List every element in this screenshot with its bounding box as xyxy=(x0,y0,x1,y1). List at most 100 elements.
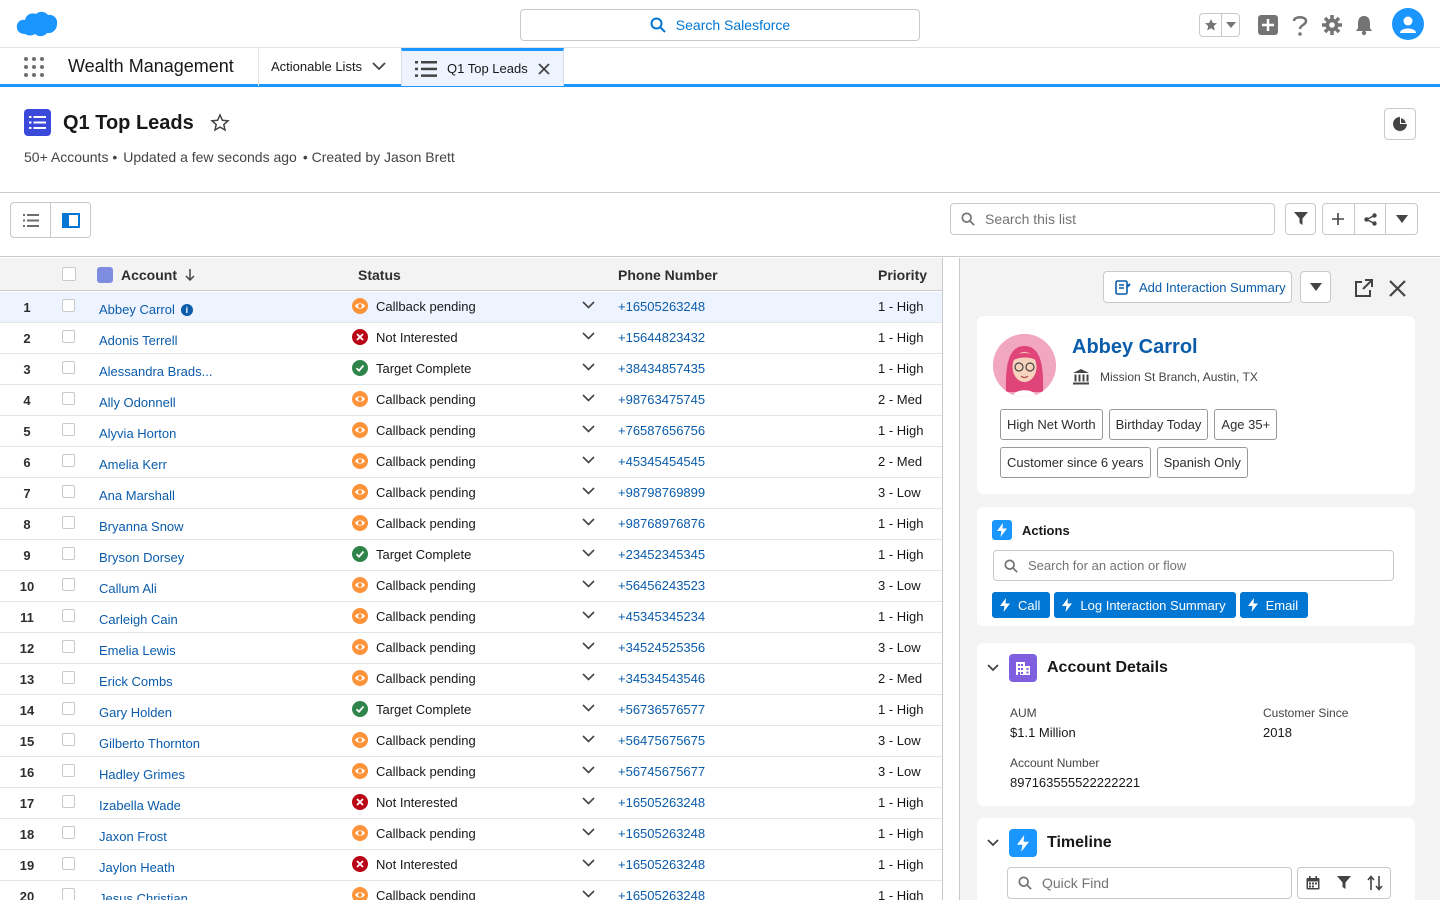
tab-q1-top-leads[interactable]: Q1 Top Leads xyxy=(401,48,564,86)
table-row[interactable]: 8 Bryanna Snow Callback pending +9876897687… xyxy=(0,509,942,540)
status-dropdown-button[interactable] xyxy=(582,332,595,340)
status-dropdown-button[interactable] xyxy=(582,301,595,309)
table-row[interactable]: 15 Gilberto Thornton Callback pending +5647… xyxy=(0,726,942,757)
account-link[interactable]: Gary Holden xyxy=(99,705,172,720)
row-checkbox[interactable] xyxy=(62,578,75,591)
list-search-input[interactable]: Search this list xyxy=(950,203,1275,235)
account-link[interactable]: Carleigh Cain xyxy=(99,612,178,627)
row-checkbox[interactable] xyxy=(62,299,75,312)
table-view-button[interactable] xyxy=(11,203,51,237)
row-checkbox[interactable] xyxy=(62,640,75,653)
user-avatar[interactable] xyxy=(1392,8,1424,40)
column-header-status[interactable]: Status xyxy=(358,267,401,283)
row-checkbox[interactable] xyxy=(62,392,75,405)
account-name[interactable]: Callum Ali xyxy=(99,581,157,596)
account-name[interactable]: Bryson Dorsey xyxy=(99,550,184,565)
table-row[interactable]: 19 Jaylon Heath Not Interested +16505263248… xyxy=(0,850,942,881)
status-dropdown-button[interactable] xyxy=(582,673,595,681)
phone-link[interactable]: +16505263248 xyxy=(618,857,705,872)
filter-button[interactable] xyxy=(1285,203,1316,235)
account-name[interactable]: Ana Marshall xyxy=(99,488,175,503)
account-name[interactable]: Gary Holden xyxy=(99,705,172,720)
account-name[interactable]: Alyvia Horton xyxy=(99,426,176,441)
account-name[interactable]: Hadley Grimes xyxy=(99,767,185,782)
timeline-filter-button[interactable] xyxy=(1328,867,1360,899)
status-dropdown-button[interactable] xyxy=(582,518,595,526)
account-name[interactable]: Gilberto Thornton xyxy=(99,736,200,751)
table-row[interactable]: 14 Gary Holden Target Complete +56736576577… xyxy=(0,695,942,726)
add-interaction-summary-button[interactable]: Add Interaction Summary xyxy=(1103,271,1292,303)
select-all-checkbox[interactable] xyxy=(62,267,76,281)
chevron-down-icon[interactable] xyxy=(372,62,386,71)
phone-link[interactable]: +34534543546 xyxy=(618,671,705,686)
table-row[interactable]: 16 Hadley Grimes Callback pending +56745675… xyxy=(0,757,942,788)
log-interaction-summary-button[interactable]: Log Interaction Summary xyxy=(1054,592,1236,618)
account-name[interactable]: Adonis Terrell xyxy=(99,333,178,348)
account-link[interactable]: Abbey Carrol i xyxy=(99,302,193,317)
timeline-header[interactable]: Timeline xyxy=(987,829,1112,857)
add-interaction-menu-button[interactable] xyxy=(1300,271,1331,303)
table-row[interactable]: 12 Emelia Lewis Callback pending +345245253… xyxy=(0,633,942,664)
status-dropdown-button[interactable] xyxy=(582,797,595,805)
chart-button[interactable] xyxy=(1384,108,1416,140)
account-link[interactable]: Bryanna Snow xyxy=(99,519,184,534)
table-row[interactable]: 17 Izabella Wade Not Interested +1650526324… xyxy=(0,788,942,819)
row-checkbox[interactable] xyxy=(62,423,75,436)
account-name[interactable]: Jesus Christian xyxy=(99,891,188,900)
phone-link[interactable]: +15644823432 xyxy=(618,330,705,345)
account-name[interactable]: Abbey Carrol xyxy=(99,302,175,317)
favorite-star-button[interactable] xyxy=(210,113,230,133)
status-dropdown-button[interactable] xyxy=(582,425,595,433)
table-row[interactable]: 3 Alessandra Brads... Target Complete +3843… xyxy=(0,354,942,385)
more-actions-button[interactable] xyxy=(1386,204,1417,234)
status-dropdown-button[interactable] xyxy=(582,642,595,650)
phone-link[interactable]: +38434857435 xyxy=(618,361,705,376)
row-checkbox[interactable] xyxy=(62,485,75,498)
account-details-header[interactable]: Account Details xyxy=(987,654,1168,682)
phone-link[interactable]: +16505263248 xyxy=(618,299,705,314)
account-link[interactable]: Izabella Wade xyxy=(99,798,181,813)
status-dropdown-button[interactable] xyxy=(582,611,595,619)
row-checkbox[interactable] xyxy=(62,454,75,467)
status-dropdown-button[interactable] xyxy=(582,363,595,371)
status-dropdown-button[interactable] xyxy=(582,766,595,774)
table-row[interactable]: 9 Bryson Dorsey Target Complete +2345234534… xyxy=(0,540,942,571)
table-row[interactable]: 6 Amelia Kerr Callback pending +45345454545… xyxy=(0,447,942,478)
table-row[interactable]: 5 Alyvia Horton Callback pending +765876567… xyxy=(0,416,942,447)
phone-link[interactable]: +45345345234 xyxy=(618,609,705,624)
status-dropdown-button[interactable] xyxy=(582,890,595,898)
action-search-input[interactable]: Search for an action or flow xyxy=(993,550,1394,581)
call-button[interactable]: Call xyxy=(992,592,1051,618)
phone-link[interactable]: +98798769899 xyxy=(618,485,705,500)
row-checkbox[interactable] xyxy=(62,671,75,684)
status-dropdown-button[interactable] xyxy=(582,456,595,464)
new-button[interactable] xyxy=(1323,204,1355,234)
account-link[interactable]: Ally Odonnell xyxy=(99,395,176,410)
row-checkbox[interactable] xyxy=(62,888,75,900)
phone-link[interactable]: +45345454545 xyxy=(618,454,705,469)
phone-link[interactable]: +23452345345 xyxy=(618,547,705,562)
account-link[interactable]: Adonis Terrell xyxy=(99,333,178,348)
phone-link[interactable]: +56456243523 xyxy=(618,578,705,593)
account-name[interactable]: Emelia Lewis xyxy=(99,643,176,658)
account-name[interactable]: Amelia Kerr xyxy=(99,457,167,472)
table-row[interactable]: 10 Callum Ali Callback pending +56456243523… xyxy=(0,571,942,602)
account-link[interactable]: Jaxon Frost xyxy=(99,829,167,844)
row-checkbox[interactable] xyxy=(62,826,75,839)
table-row[interactable]: 20 Jesus Christian Callback pending +165052… xyxy=(0,881,942,900)
global-actions-button[interactable] xyxy=(1256,13,1280,37)
phone-link[interactable]: +16505263248 xyxy=(618,795,705,810)
phone-link[interactable]: +56475675675 xyxy=(618,733,705,748)
account-link[interactable]: Jaylon Heath xyxy=(99,860,175,875)
pop-out-button[interactable] xyxy=(1354,279,1373,298)
account-link[interactable]: Hadley Grimes xyxy=(99,767,185,782)
row-checkbox[interactable] xyxy=(62,330,75,343)
column-header-priority[interactable]: Priority xyxy=(878,267,927,283)
close-panel-button[interactable] xyxy=(1388,279,1407,298)
salesforce-logo[interactable] xyxy=(16,10,58,38)
status-dropdown-button[interactable] xyxy=(582,394,595,402)
phone-link[interactable]: +34524525356 xyxy=(618,640,705,655)
sort-button[interactable] xyxy=(1359,867,1391,899)
account-name[interactable]: Alessandra Brads... xyxy=(99,364,212,379)
status-dropdown-button[interactable] xyxy=(582,487,595,495)
